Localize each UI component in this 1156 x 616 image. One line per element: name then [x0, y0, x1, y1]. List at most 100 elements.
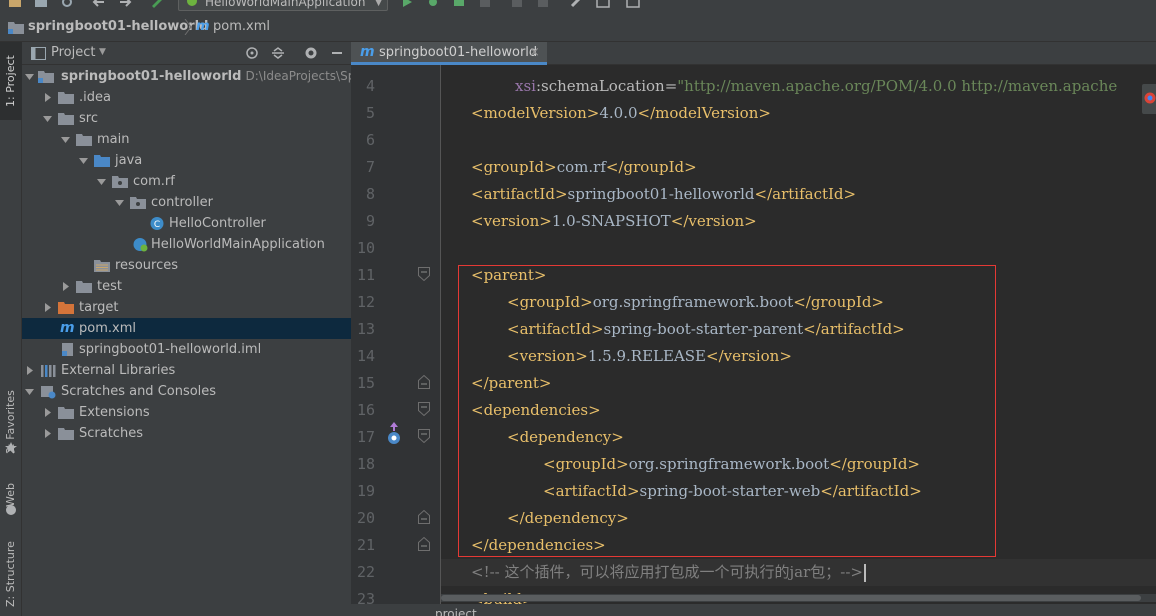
sdk-icon[interactable]: [626, 0, 640, 8]
sync-icon[interactable]: [60, 0, 74, 8]
tree-item-external-libraries[interactable]: External Libraries: [22, 360, 351, 381]
hide-panel-icon[interactable]: [330, 46, 344, 60]
project-structure-icon[interactable]: [596, 0, 610, 8]
fold-collapse-icon[interactable]: [418, 429, 430, 443]
chevron-down-icon[interactable]: [97, 177, 106, 186]
editor-horizontal-scrollbar[interactable]: [441, 594, 1156, 602]
breadcrumb-file[interactable]: pom.xml: [213, 18, 270, 36]
spring-boot-class-icon: [133, 238, 148, 252]
line-number: 7: [365, 158, 375, 176]
run-configuration-select[interactable]: HelloWorldMainApplication ▼: [178, 0, 388, 11]
fold-collapse-icon[interactable]: [418, 402, 430, 416]
chevron-right-icon[interactable]: [43, 303, 52, 312]
breadcrumb: springboot01-helloworld m pom.xml: [0, 12, 1156, 42]
stop-icon[interactable]: [478, 0, 492, 8]
line-number: 20: [356, 509, 375, 527]
editor-tab-label: springboot01-helloworld: [379, 45, 538, 60]
chevron-right-icon[interactable]: [61, 282, 70, 291]
tree-item-extensions[interactable]: Extensions: [22, 402, 351, 423]
tree-item-project-root[interactable]: springboot01-helloworld D:\IdeaProjects\…: [22, 66, 379, 87]
line-number: 19: [356, 482, 375, 500]
breadcrumb-project[interactable]: springboot01-helloworld: [28, 18, 208, 36]
browser-preview-icon[interactable]: [1142, 84, 1156, 114]
run-icon[interactable]: [400, 0, 414, 8]
tree-item-java[interactable]: java: [22, 150, 351, 171]
tree-item-pom-xml[interactable]: m pom.xml: [22, 318, 351, 339]
code-line-5: <modelVersion>4.0.0</modelVersion>: [471, 104, 771, 122]
tree-item-label: pom.xml: [79, 321, 136, 336]
gear-icon[interactable]: [304, 46, 318, 60]
tree-item-label: Scratches and Consoles: [61, 384, 217, 399]
source-folder-icon: [94, 155, 110, 167]
tree-item-controller[interactable]: controller: [22, 192, 351, 213]
tree-item-main-application[interactable]: HelloWorldMainApplication: [22, 234, 351, 255]
fold-end-icon[interactable]: [418, 537, 430, 551]
fold-collapse-icon[interactable]: [418, 267, 430, 281]
tree-item-scratches[interactable]: Scratches: [22, 423, 351, 444]
chevron-down-icon[interactable]: [25, 72, 34, 81]
line-number: 5: [365, 104, 375, 122]
tree-item-resources[interactable]: resources: [22, 255, 351, 276]
code-line-4: xsi:schemaLocation="http://maven.apache.…: [515, 77, 1118, 95]
scrollbar-thumb[interactable]: [441, 595, 1141, 601]
chevron-down-icon[interactable]: [61, 135, 70, 144]
chevron-down-icon[interactable]: [25, 387, 34, 396]
maven-icon: m: [360, 44, 375, 60]
chevron-down-icon: ▼: [375, 0, 382, 8]
collapse-all-icon[interactable]: [271, 46, 285, 60]
tree-item-hello-controller[interactable]: C HelloController: [22, 213, 351, 234]
code-editor[interactable]: xsi:schemaLocation="http://maven.apache.…: [441, 65, 1156, 605]
line-number: 11: [356, 266, 375, 284]
chevron-down-icon[interactable]: [115, 198, 124, 207]
tool-window-favorites-tab[interactable]: 2: Favorites: [0, 372, 22, 472]
tree-item-com-rf[interactable]: com.rf: [22, 171, 351, 192]
tree-item-label: src: [79, 111, 98, 126]
build-icon[interactable]: [150, 0, 164, 8]
tree-item-scratches-and-consoles[interactable]: Scratches and Consoles: [22, 381, 351, 402]
fold-end-icon[interactable]: [418, 510, 430, 524]
chevron-right-icon[interactable]: [25, 366, 34, 375]
tree-item-label: resources: [115, 258, 179, 273]
tool-window-structure-tab[interactable]: Z: Structure: [0, 532, 22, 616]
close-icon[interactable]: ×: [529, 45, 540, 60]
dependency-gutter-icon[interactable]: [386, 422, 402, 446]
chevron-down-icon[interactable]: [79, 156, 88, 165]
chevron-right-icon[interactable]: [43, 429, 52, 438]
globe-icon: [6, 505, 16, 515]
tree-item-main[interactable]: main: [22, 129, 351, 150]
tree-item-iml[interactable]: springboot01-helloworld.iml: [22, 339, 351, 360]
editor-tab-bar: m springboot01-helloworld ×: [351, 42, 1156, 65]
left-tool-strip: 1: Project 2: Favorites Web Z: Structure: [0, 42, 22, 616]
locate-file-icon[interactable]: [245, 46, 259, 60]
tool-window-project-tab[interactable]: 1: Project: [0, 42, 22, 120]
run-configuration-label: HelloWorldMainApplication: [205, 0, 366, 9]
attach-icon[interactable]: [510, 0, 524, 8]
chevron-down-icon[interactable]: [43, 114, 52, 123]
tool-window-project-label: 1: Project: [4, 55, 17, 107]
tree-item-test[interactable]: test: [22, 276, 351, 297]
save-icon[interactable]: [34, 0, 48, 8]
forward-icon[interactable]: [118, 0, 132, 8]
settings-icon[interactable]: [570, 0, 584, 8]
tree-item-src[interactable]: src: [22, 108, 351, 129]
editor-breadcrumb-item[interactable]: project: [435, 604, 477, 616]
project-panel-title[interactable]: Project: [51, 45, 95, 60]
line-number: 16: [356, 401, 375, 419]
tree-item-label: controller: [151, 195, 214, 210]
chevron-right-icon[interactable]: [43, 408, 52, 417]
code-line-7: <groupId>com.rf</groupId>: [471, 158, 697, 176]
folder-icon: [76, 281, 92, 293]
back-icon[interactable]: [92, 0, 106, 8]
debug-icon[interactable]: [426, 0, 440, 8]
tree-item-idea[interactable]: .idea: [22, 87, 351, 108]
chevron-down-icon[interactable]: ▼: [99, 47, 106, 57]
editor-tab-pom[interactable]: m springboot01-helloworld ×: [351, 42, 547, 65]
chevron-right-icon[interactable]: [43, 93, 52, 102]
coverage-icon[interactable]: [452, 0, 466, 8]
star-icon: [5, 442, 17, 453]
tree-item-target[interactable]: target: [22, 297, 351, 318]
fold-end-icon[interactable]: [418, 375, 430, 389]
profiler-icon[interactable]: [536, 0, 550, 8]
open-icon[interactable]: [8, 0, 22, 8]
project-view-icon: [31, 47, 46, 60]
